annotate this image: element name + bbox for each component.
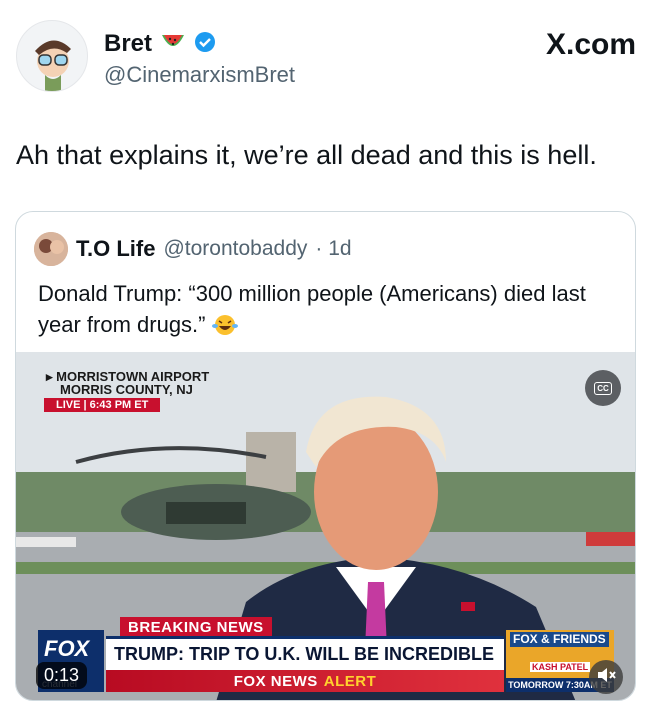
watermelon-emoji-icon [160,31,186,58]
live-badge: LIVE | 6:43 PM ET [44,398,161,412]
promo-show: FOX & FRIENDS [510,632,609,647]
author-handle[interactable]: @CinemarxismBret [104,62,295,88]
quoted-text-body: Donald Trump: “300 million people (Ameri… [38,281,586,337]
alert-word: ALERT [323,672,377,690]
location-label: ▸ MORRISTOWN AIRPORT MORRIS COUNTY, NJ [46,370,209,396]
quoted-text: Donald Trump: “300 million people (Ameri… [38,278,618,340]
video-timer: 0:13 [36,662,88,689]
quoted-author-avatar[interactable] [34,232,68,266]
post-header: Bret @CinemarxismBret X.com [16,18,636,98]
news-alert-bar: FOX NEWS ALERT [106,670,504,692]
quoted-author-name[interactable]: T.O Life [76,236,155,262]
author-avatar[interactable] [16,20,88,92]
fox-logo-text: FOX [44,636,90,661]
alert-prefix: FOX NEWS [233,672,318,690]
quoted-author-handle[interactable]: @torontobaddy [163,237,307,261]
quoted-post-age: · 1d [315,237,352,260]
closed-captions-button[interactable]: CC [585,370,621,406]
author-name[interactable]: Bret [104,30,152,58]
verified-badge-icon [194,31,216,58]
site-label: X.com [545,28,636,61]
mute-button[interactable] [589,660,623,694]
video-player[interactable]: ▸ MORRISTOWN AIRPORT MORRIS COUNTY, NJ L… [16,352,635,700]
quoted-post[interactable]: T.O Life @torontobaddy · 1d Donald Trump… [15,211,636,701]
speaker-muted-icon [596,666,616,689]
laughing-tears-emoji-icon [211,312,238,337]
location-line-2: MORRIS COUNTY, NJ [60,382,193,397]
promo-guest: KASH PATEL [530,662,591,672]
cc-icon: CC [594,381,612,395]
breaking-news-label: BREAKING NEWS [120,617,272,638]
post-text: Ah that explains it, we’re all dead and … [16,140,597,170]
headline-ticker: TRUMP: TRIP TO U.K. WILL BE INCREDIBLE [106,636,504,670]
